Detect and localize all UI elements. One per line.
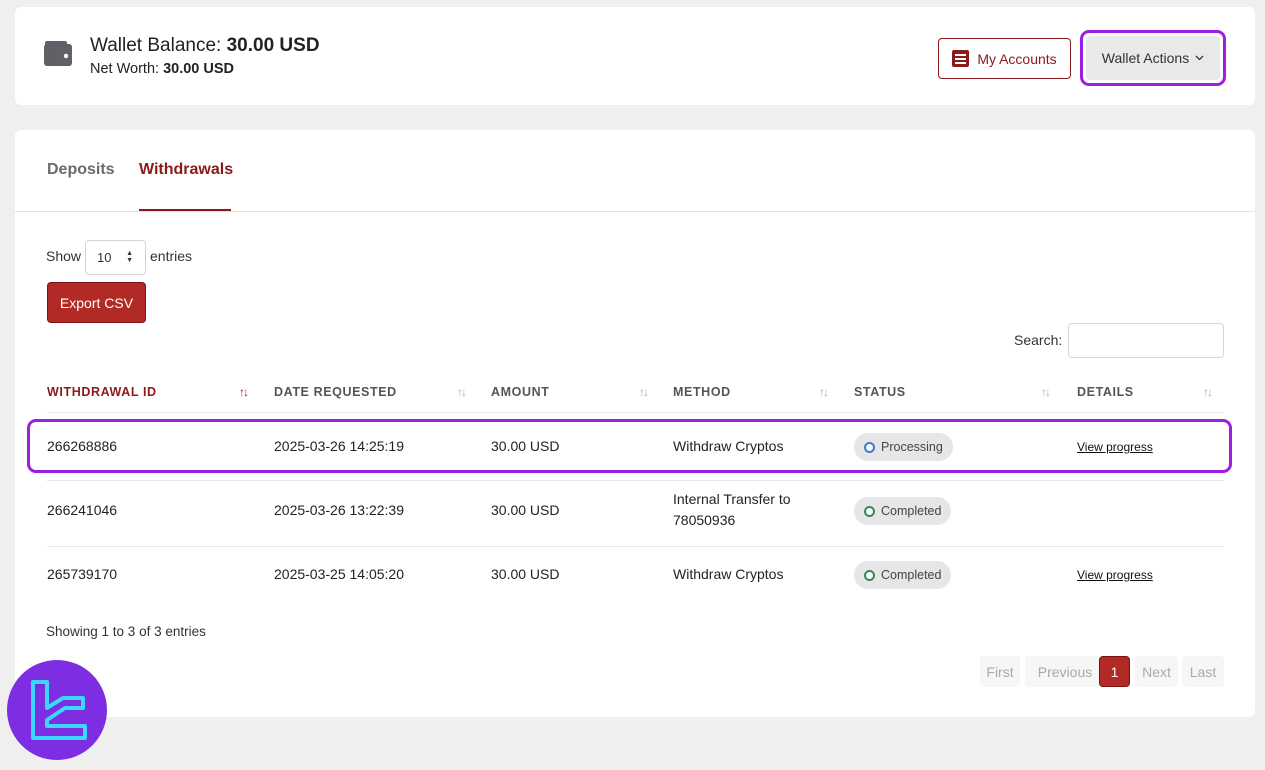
row-divider: [47, 480, 1224, 481]
sort-arrows-icon[interactable]: ↑↓: [1041, 385, 1051, 399]
pagination-next[interactable]: Next: [1135, 656, 1178, 687]
sort-arrows-icon[interactable]: ↑↓: [457, 385, 467, 399]
wallet-balance-value: 30.00 USD: [226, 35, 320, 56]
tabs-divider: [15, 211, 1255, 212]
chevron-down-icon: [1195, 55, 1204, 61]
table-cell-date: 2025-03-25 14:05:20: [274, 566, 404, 582]
search-label: Search:: [1014, 332, 1063, 348]
wallet-actions-label: Wallet Actions: [1101, 50, 1190, 66]
wallet-summary-card: Wallet Balance: 30.00 USD Net Worth: 30.…: [15, 7, 1255, 105]
net-worth-label: Net Worth:: [90, 61, 160, 77]
status-badge-label: Processing: [881, 440, 943, 454]
pagination-previous[interactable]: Previous: [1025, 656, 1105, 687]
entries-per-page-select[interactable]: 10 ▲ ▼: [85, 240, 146, 275]
export-csv-button[interactable]: Export CSV: [47, 282, 146, 323]
wallet-balance-label: Wallet Balance:: [90, 35, 222, 56]
pagination-first[interactable]: First: [980, 656, 1020, 687]
search-input[interactable]: [1068, 323, 1224, 358]
transactions-card: Deposits Withdrawals Show 10 ▲ ▼ entries …: [15, 130, 1255, 717]
column-header-withdrawal-id[interactable]: WITHDRAWAL ID: [47, 385, 157, 399]
net-worth: Net Worth: 30.00 USD: [90, 61, 234, 77]
wallet-icon: [44, 41, 72, 66]
view-progress-link[interactable]: View progress: [1077, 440, 1153, 454]
table-cell-amount: 30.00 USD: [491, 438, 560, 454]
entries-per-page-value: 10: [97, 250, 112, 265]
column-header-date-requested[interactable]: DATE REQUESTED: [274, 385, 397, 399]
wallet-actions-button[interactable]: Wallet Actions: [1086, 36, 1220, 80]
tab-deposits[interactable]: Deposits: [47, 161, 115, 179]
table-header-divider: [47, 412, 1224, 413]
wallet-balance: Wallet Balance: 30.00 USD: [90, 35, 320, 57]
tab-withdrawals[interactable]: Withdrawals: [139, 161, 233, 179]
entries-label: entries: [150, 248, 193, 264]
table-cell-id: 265739170: [47, 566, 118, 582]
logo-mark-icon: [31, 680, 87, 740]
completed-status-icon: [864, 569, 875, 581]
status-badge-label: Completed: [881, 568, 942, 582]
status-badge: Completed: [854, 561, 952, 589]
brand-logo: [7, 660, 107, 760]
table-cell-id: 266241046: [47, 502, 118, 518]
select-arrows-icon: ▲ ▼: [126, 250, 133, 264]
table-cell-method: Internal Transfer to 78050936: [673, 491, 791, 528]
list-icon: [952, 50, 970, 67]
sort-arrows-icon[interactable]: ↑↓: [639, 385, 649, 399]
show-label: Show: [46, 248, 82, 264]
table-cell-method: Withdraw Cryptos: [673, 438, 784, 454]
column-header-amount[interactable]: AMOUNT: [491, 385, 549, 399]
completed-status-icon: [864, 505, 875, 517]
my-accounts-button[interactable]: My Accounts: [938, 38, 1071, 79]
column-header-status[interactable]: STATUS: [854, 385, 906, 399]
status-badge: Completed: [854, 497, 952, 525]
sort-arrows-icon[interactable]: ↑↓: [1203, 385, 1213, 399]
sort-arrows-icon[interactable]: ↑↓: [819, 385, 829, 399]
sort-arrows-icon[interactable]: ↑↓: [239, 385, 249, 399]
row-divider: [47, 546, 1224, 547]
net-worth-value: 30.00 USD: [163, 61, 234, 77]
table-cell-method: Withdraw Cryptos: [673, 566, 784, 582]
my-accounts-label: My Accounts: [977, 50, 1057, 67]
pagination-page-1[interactable]: 1: [1099, 656, 1130, 687]
table-cell-amount: 30.00 USD: [491, 502, 560, 518]
table-cell-id: 266268886: [47, 438, 118, 454]
highlighted-row-outline: [27, 419, 1232, 473]
column-header-details[interactable]: DETAILS: [1077, 385, 1134, 399]
processing-status-icon: [864, 441, 875, 453]
table-info: Showing 1 to 3 of 3 entries: [46, 624, 206, 639]
table-cell-date: 2025-03-26 13:22:39: [274, 502, 404, 518]
table-cell-date: 2025-03-26 14:25:19: [274, 438, 404, 454]
status-badge-label: Completed: [881, 504, 942, 518]
table-cell-amount: 30.00 USD: [491, 566, 560, 582]
view-progress-link[interactable]: View progress: [1077, 568, 1153, 582]
column-header-method[interactable]: METHOD: [673, 385, 731, 399]
pagination-last[interactable]: Last: [1182, 656, 1224, 687]
status-badge: Processing: [854, 433, 953, 461]
